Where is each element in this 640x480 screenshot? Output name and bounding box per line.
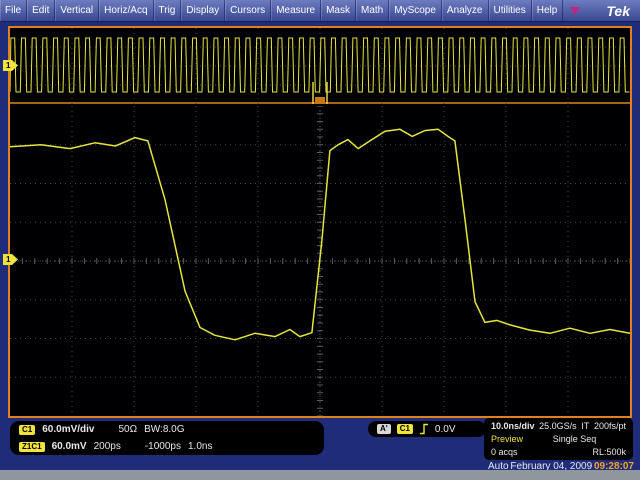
zoom-position: -1000ps: [145, 441, 181, 452]
menu-analyze[interactable]: Analyze: [442, 0, 489, 21]
menu-display[interactable]: Display: [181, 0, 225, 21]
overview-plot: [10, 28, 630, 104]
record-length: RL:500k: [592, 447, 626, 457]
menu-horiz-acq[interactable]: Horiz/Acq: [99, 0, 153, 21]
sample-mode: IT: [581, 421, 589, 431]
menu-measure[interactable]: Measure: [271, 0, 321, 21]
acq-mode: Single Seq: [553, 434, 597, 444]
trigger-a-badge: A': [377, 424, 391, 434]
main-plot: [10, 106, 630, 416]
horizontal-readout-box[interactable]: 10.0ns/div 25.0GS/s IT 200fs/pt Preview …: [484, 418, 633, 460]
channel-readout-row: C1 60.0mV/div 50Ω BW:8.0G: [19, 424, 315, 435]
menu-cursors[interactable]: Cursors: [225, 0, 271, 21]
menu-file[interactable]: File: [0, 0, 27, 21]
channel1-badge: C1: [19, 425, 35, 435]
acq-count-row: 0 acqs RL:500k: [491, 447, 626, 457]
preview-state: Preview: [491, 434, 523, 444]
zoom-readout-row: Z1C1 60.0mV 200ps -1000ps 1.0ns: [19, 441, 315, 452]
menu-myscope[interactable]: MyScope: [389, 0, 442, 21]
overview-trace: [10, 38, 630, 92]
zoom-duration: 1.0ns: [188, 441, 212, 452]
menu-vertical[interactable]: Vertical: [55, 0, 99, 21]
sample-rate: 25.0GS/s: [539, 421, 577, 431]
waveform-display: [8, 26, 632, 418]
menu-mask[interactable]: Mask: [321, 0, 356, 21]
trigger-source-badge: C1: [397, 424, 413, 434]
acquisition-overview-strip: [10, 28, 630, 104]
channel-termination: 50Ω: [119, 424, 138, 435]
rising-edge-icon: [419, 423, 429, 435]
zoom-vertical-scale: 60.0mV: [52, 441, 87, 452]
timebase-scale: 10.0ns/div: [491, 421, 535, 431]
app-triangle-icon: [570, 7, 580, 15]
channel-readout-box[interactable]: C1 60.0mV/div 50Ω BW:8.0G Z1C1 60.0mV 20…: [10, 421, 324, 455]
app-launcher-button[interactable]: [563, 0, 587, 21]
menu-utilities[interactable]: Utilities: [489, 0, 532, 21]
menu-help[interactable]: Help: [532, 0, 564, 21]
zoom-horizontal-scale: 200ps: [94, 441, 121, 452]
trigger-level: 0.0V: [435, 424, 456, 435]
sample-resolution: 200fs/pt: [594, 421, 626, 431]
menu-edit[interactable]: Edit: [27, 0, 55, 21]
tek-logo: Tek: [596, 0, 640, 21]
menu-bar: File Edit Vertical Horiz/Acq Trig Displa…: [0, 0, 640, 22]
bottom-taskbar: [0, 470, 640, 480]
menu-trig[interactable]: Trig: [154, 0, 182, 21]
acq-count: 0 acqs: [491, 447, 518, 457]
zoom1-channel1-badge: Z1C1: [19, 442, 45, 452]
menu-math[interactable]: Math: [356, 0, 389, 21]
zoom-graticule: [10, 106, 630, 416]
acq-state-row: Preview Single Seq: [491, 434, 626, 444]
timebase-row: 10.0ns/div 25.0GS/s IT 200fs/pt: [491, 421, 626, 431]
zoom-position-handle[interactable]: [315, 97, 325, 104]
channel-scale: 60.0mV/div: [42, 424, 94, 435]
trigger-readout-box[interactable]: A' C1 0.0V: [368, 421, 486, 437]
channel-bandwidth: BW:8.0G: [144, 424, 184, 435]
